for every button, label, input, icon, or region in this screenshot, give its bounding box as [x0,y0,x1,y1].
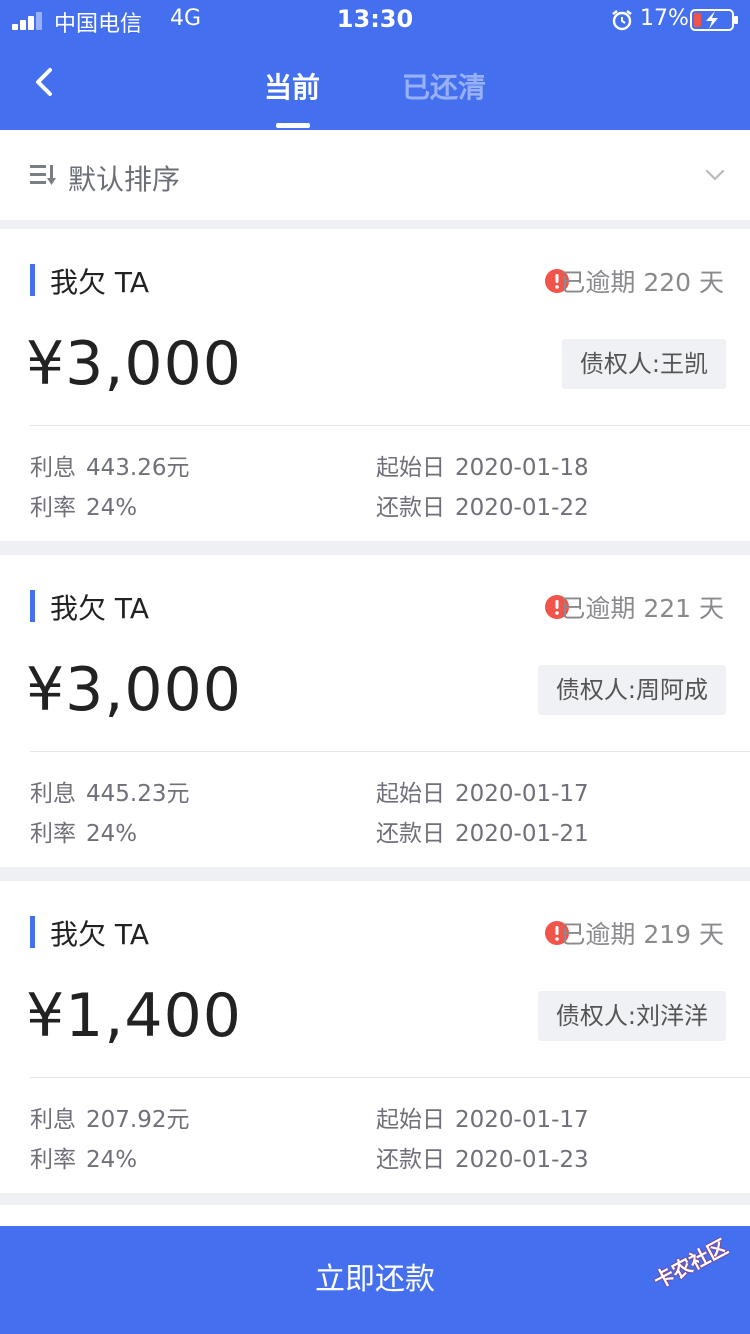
start-date-row: 起始日 2020-01-18 [376,448,589,482]
header: 中国电信 4G 13:30 17% 当前 已还清 [0,0,750,130]
interest-label: 利息 [30,455,76,481]
creditor-badge: 债权人:王凯 [561,339,726,389]
nav-bar: 当前 已还清 [0,40,750,130]
status-bar: 中国电信 4G 13:30 17% [0,0,750,40]
battery-percent: 17% [640,6,689,31]
interest-row: 利息 443.26元 [30,448,189,482]
interest-label: 利息 [30,781,76,807]
due-date-row: 还款日 2020-01-23 [376,1140,589,1174]
interest-row: 利息 445.23元 [30,774,189,808]
loan-card[interactable]: 我欠 TA 已逾期 221 天 ¥3,000 债权人:周阿成 利息 445.23元… [0,555,750,867]
due-date-row: 还款日 2020-01-22 [376,488,589,522]
rate-label: 利率 [30,1147,76,1173]
sort-icon [30,165,56,185]
loan-card[interactable]: 我欠 TA 已逾期 220 天 ¥3,000 债权人:王凯 利息 443.26元 … [0,229,750,541]
repay-now-button[interactable]: 立即还款 [0,1226,750,1334]
due-date-value: 2020-01-22 [455,495,589,521]
rate-label: 利率 [30,821,76,847]
divider [30,751,750,752]
start-date-value: 2020-01-17 [455,1107,589,1133]
clock: 13:30 [336,5,414,33]
alarm-icon [612,10,632,31]
card-title: 我欠 TA [50,592,149,625]
creditor-badge: 债权人:刘洋洋 [537,991,726,1041]
card-accent-bar [30,264,35,296]
overdue-status: 已逾期 221 天 [560,594,724,623]
sort-dropdown[interactable]: 默认排序 [0,130,750,220]
due-date-label: 还款日 [376,1147,445,1173]
due-date-label: 还款日 [376,495,445,521]
rate-value: 24% [86,495,138,521]
start-date-row: 起始日 2020-01-17 [376,1100,589,1134]
divider [30,425,750,426]
start-date-label: 起始日 [376,781,445,807]
chevron-left-icon[interactable] [30,62,60,102]
start-date-value: 2020-01-17 [455,781,589,807]
loan-amount: ¥3,000 [26,329,242,399]
due-date-value: 2020-01-21 [455,821,589,847]
overdue-status: 已逾期 219 天 [560,920,724,949]
battery-charging-icon [690,9,738,31]
due-date-value: 2020-01-23 [455,1147,589,1173]
interest-label: 利息 [30,1107,76,1133]
tab-current[interactable]: 当前 [250,66,334,106]
interest-value: 445.23元 [86,781,190,807]
interest-value: 443.26元 [86,455,190,481]
card-title: 我欠 TA [50,266,149,299]
divider [30,1077,750,1078]
card-accent-bar [30,590,35,622]
interest-row: 利息 207.92元 [30,1100,189,1134]
rate-value: 24% [86,1147,138,1173]
due-date-row: 还款日 2020-01-21 [376,814,589,848]
due-date-label: 还款日 [376,821,445,847]
start-date-label: 起始日 [376,1107,445,1133]
start-date-label: 起始日 [376,455,445,481]
rate-label: 利率 [30,495,76,521]
tab-cleared[interactable]: 已还清 [396,66,492,106]
rate-row: 利率 24% [30,814,137,848]
start-date-value: 2020-01-18 [455,455,589,481]
overdue-status: 已逾期 220 天 [560,268,724,297]
card-accent-bar [30,916,35,948]
creditor-badge: 债权人:周阿成 [537,665,726,715]
rate-row: 利率 24% [30,1140,137,1174]
loan-card[interactable]: 我欠 TA 已逾期 219 天 ¥1,400 债权人:刘洋洋 利息 207.92元… [0,881,750,1193]
start-date-row: 起始日 2020-01-17 [376,774,589,808]
active-tab-indicator [276,123,310,128]
loan-amount: ¥1,400 [26,981,242,1051]
rate-value: 24% [86,821,138,847]
chevron-down-icon [705,169,725,181]
interest-value: 207.92元 [86,1107,190,1133]
rate-row: 利率 24% [30,488,137,522]
card-title: 我欠 TA [50,918,149,951]
loan-amount: ¥3,000 [26,655,242,725]
sort-label: 默认排序 [68,163,181,196]
